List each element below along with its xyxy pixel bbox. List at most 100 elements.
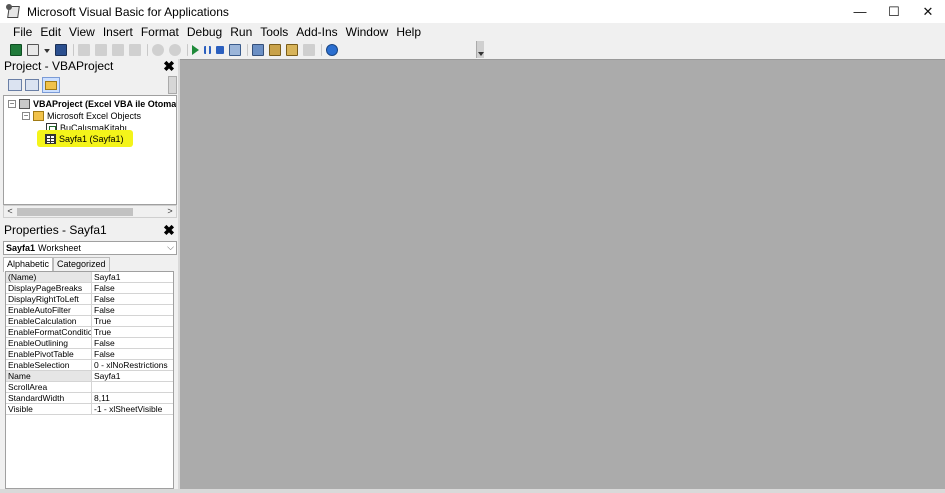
menu-insert[interactable]: Insert <box>99 23 137 41</box>
project-pane-scroll[interactable] <box>168 76 177 94</box>
view-excel-icon[interactable] <box>10 43 22 56</box>
toggle-folders-icon[interactable] <box>42 77 60 93</box>
property-value[interactable] <box>92 382 173 392</box>
property-value[interactable]: 0 - xlNoRestrictions <box>92 360 173 370</box>
insert-userform-icon[interactable] <box>27 43 39 56</box>
tree-item-excel-objects[interactable]: − Microsoft Excel Objects <box>22 110 141 122</box>
property-value[interactable]: Sayfa1 <box>92 272 173 282</box>
tree-item-sheet-label: Sayfa1 (Sayfa1) <box>59 134 124 144</box>
menu-edit[interactable]: Edit <box>36 23 65 41</box>
menu-view[interactable]: View <box>65 23 99 41</box>
property-row[interactable]: DisplayRightToLeft False <box>6 294 173 305</box>
object-type: Worksheet <box>38 243 81 253</box>
property-row[interactable]: EnablePivotTable False <box>6 349 173 360</box>
property-value[interactable]: False <box>92 338 173 348</box>
folder-icon <box>33 111 44 121</box>
insert-dropdown-icon[interactable] <box>44 48 50 53</box>
property-name: EnableFormatConditions( <box>6 327 92 337</box>
minimize-button[interactable]: — <box>843 0 877 23</box>
property-value[interactable]: False <box>92 283 173 293</box>
menu-file[interactable]: File <box>9 23 36 41</box>
property-row[interactable]: Visible -1 - xlSheetVisible <box>6 404 173 415</box>
property-name: EnableAutoFilter <box>6 305 92 315</box>
menu-format[interactable]: Format <box>137 23 183 41</box>
help-icon[interactable] <box>326 43 338 56</box>
menu-debug[interactable]: Debug <box>183 23 226 41</box>
property-name: ScrollArea <box>6 382 92 392</box>
tree-item-project[interactable]: − VBAProject (Excel VBA ile Otomatik S <box>8 98 176 110</box>
property-row[interactable]: (Name) Sayfa1 <box>6 272 173 283</box>
property-value[interactable]: False <box>92 294 173 304</box>
scroll-left-icon[interactable]: < <box>4 206 16 217</box>
project-explorer-icon[interactable] <box>252 43 264 56</box>
reset-icon[interactable] <box>216 45 224 54</box>
property-row[interactable]: ScrollArea <box>6 382 173 393</box>
property-value[interactable]: -1 - xlSheetVisible <box>92 404 173 414</box>
tree-item-excel-objects-label: Microsoft Excel Objects <box>47 111 142 121</box>
project-tree-hscroll[interactable]: < > <box>3 205 177 218</box>
properties-window-icon[interactable] <box>269 43 281 56</box>
property-value[interactable]: True <box>92 327 173 337</box>
copy-icon[interactable] <box>95 43 107 56</box>
property-value[interactable]: 8,11 <box>92 393 173 403</box>
chevron-down-icon[interactable]: ⌵ <box>167 242 174 253</box>
property-row[interactable]: EnableOutlining False <box>6 338 173 349</box>
menu-add-ins[interactable]: Add-Ins <box>292 23 341 41</box>
redo-icon[interactable] <box>169 43 181 56</box>
toolbar-separator <box>321 43 322 56</box>
toolbar-separator <box>147 43 148 56</box>
title-bar: Microsoft Visual Basic for Applications … <box>0 0 945 23</box>
menu-run[interactable]: Run <box>226 23 256 41</box>
property-name: EnableSelection <box>6 360 92 370</box>
paste-icon[interactable] <box>112 43 124 56</box>
property-value[interactable]: Sayfa1 <box>92 371 173 381</box>
scroll-thumb[interactable] <box>17 208 133 216</box>
status-strip <box>0 489 945 493</box>
tree-item-sheet[interactable]: Sayfa1 (Sayfa1) <box>45 133 124 145</box>
menu-bar: File Edit View Insert Format Debug Run T… <box>0 23 945 41</box>
save-icon[interactable] <box>55 43 67 56</box>
find-icon[interactable] <box>129 43 141 56</box>
collapse-icon[interactable]: − <box>8 100 16 108</box>
tab-alphabetic[interactable]: Alphabetic <box>3 257 54 272</box>
property-row[interactable]: Name Sayfa1 <box>6 371 173 382</box>
project-pane-title: Project - VBAProject ✖ <box>2 58 178 74</box>
object-browser-icon[interactable] <box>286 43 298 56</box>
menu-help[interactable]: Help <box>392 23 425 41</box>
toolbar-separator <box>73 43 74 56</box>
close-window-button[interactable]: ✕ <box>911 0 945 23</box>
view-code-icon[interactable] <box>8 79 22 91</box>
property-row[interactable]: DisplayPageBreaks False <box>6 283 173 294</box>
break-icon[interactable] <box>204 45 211 54</box>
property-value[interactable]: False <box>92 349 173 359</box>
properties-grid: (Name) Sayfa1 DisplayPageBreaks False Disp… <box>5 271 174 489</box>
menu-window[interactable]: Window <box>342 23 393 41</box>
undo-icon[interactable] <box>152 43 164 56</box>
toolbar-options-grip[interactable] <box>476 41 484 58</box>
property-row[interactable]: EnableSelection 0 - xlNoRestrictions <box>6 360 173 371</box>
window-title: Microsoft Visual Basic for Applications <box>27 4 229 19</box>
properties-pane-title: Properties - Sayfa1 ✖ <box>2 222 178 238</box>
property-row[interactable]: EnableFormatConditions(True <box>6 327 173 338</box>
object-name: Sayfa1 <box>6 243 36 253</box>
scroll-right-icon[interactable]: > <box>164 206 176 217</box>
property-value[interactable]: False <box>92 305 173 315</box>
property-row[interactable]: StandardWidth 8,11 <box>6 393 173 404</box>
properties-pane-close-icon[interactable]: ✖ <box>162 222 176 237</box>
project-pane-close-icon[interactable]: ✖ <box>162 58 176 73</box>
properties-tabs: Alphabetic Categorized <box>3 257 110 272</box>
run-icon[interactable] <box>192 44 199 55</box>
design-mode-icon[interactable] <box>229 43 241 56</box>
tab-categorized[interactable]: Categorized <box>53 257 110 271</box>
toolbox-icon[interactable] <box>303 43 315 56</box>
cut-icon[interactable] <box>78 43 90 56</box>
toolbar-separator <box>187 43 188 56</box>
menu-tools[interactable]: Tools <box>256 23 292 41</box>
view-object-icon[interactable] <box>25 79 39 91</box>
collapse-icon[interactable]: − <box>22 112 30 120</box>
maximize-button[interactable]: ☐ <box>877 0 911 23</box>
property-row[interactable]: EnableAutoFilter False <box>6 305 173 316</box>
property-row[interactable]: EnableCalculation True <box>6 316 173 327</box>
object-selector[interactable]: Sayfa1 Worksheet ⌵ <box>3 241 177 255</box>
property-value[interactable]: True <box>92 316 173 326</box>
